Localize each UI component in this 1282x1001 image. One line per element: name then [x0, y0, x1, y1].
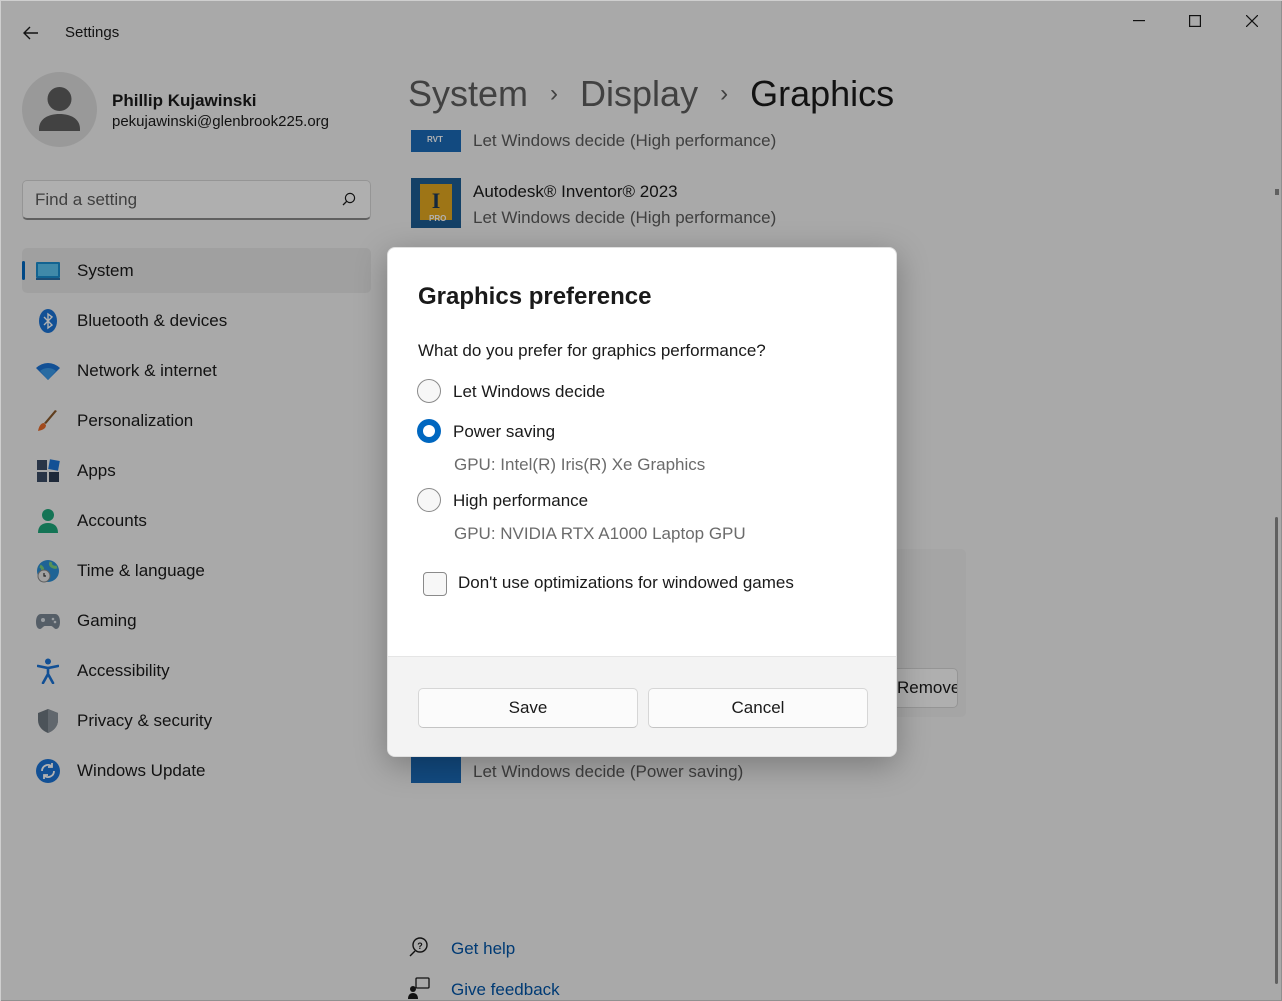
option-label[interactable]: Let Windows decide: [453, 382, 605, 402]
dialog-title: Graphics preference: [418, 283, 652, 310]
cancel-button[interactable]: Cancel: [648, 688, 868, 728]
radio-button[interactable]: [417, 488, 441, 512]
dialog-question: What do you prefer for graphics performa…: [418, 341, 766, 360]
option-label[interactable]: Power saving: [453, 422, 555, 442]
windowed-games-checkbox[interactable]: [423, 572, 447, 596]
graphics-preference-dialog: Graphics preference What do you prefer f…: [387, 247, 897, 757]
option-power-saving[interactable]: Power saving: [417, 419, 555, 443]
option-let-windows-decide[interactable]: Let Windows decide: [417, 379, 605, 403]
dialog-footer: Save Cancel: [388, 656, 896, 756]
option-high-performance[interactable]: High performance: [417, 488, 588, 512]
radio-button[interactable]: [417, 379, 441, 403]
radio-button-checked[interactable]: [417, 419, 441, 443]
option-label[interactable]: High performance: [453, 491, 588, 511]
power-saving-gpu: GPU: Intel(R) Iris(R) Xe Graphics: [454, 455, 706, 474]
settings-window: Settings Phillip Kujawinski pekujawinski…: [0, 0, 1282, 1001]
high-performance-gpu: GPU: NVIDIA RTX A1000 Laptop GPU: [454, 524, 746, 543]
checkbox-label[interactable]: Don't use optimizations for windowed gam…: [458, 573, 794, 593]
save-button[interactable]: Save: [418, 688, 638, 728]
